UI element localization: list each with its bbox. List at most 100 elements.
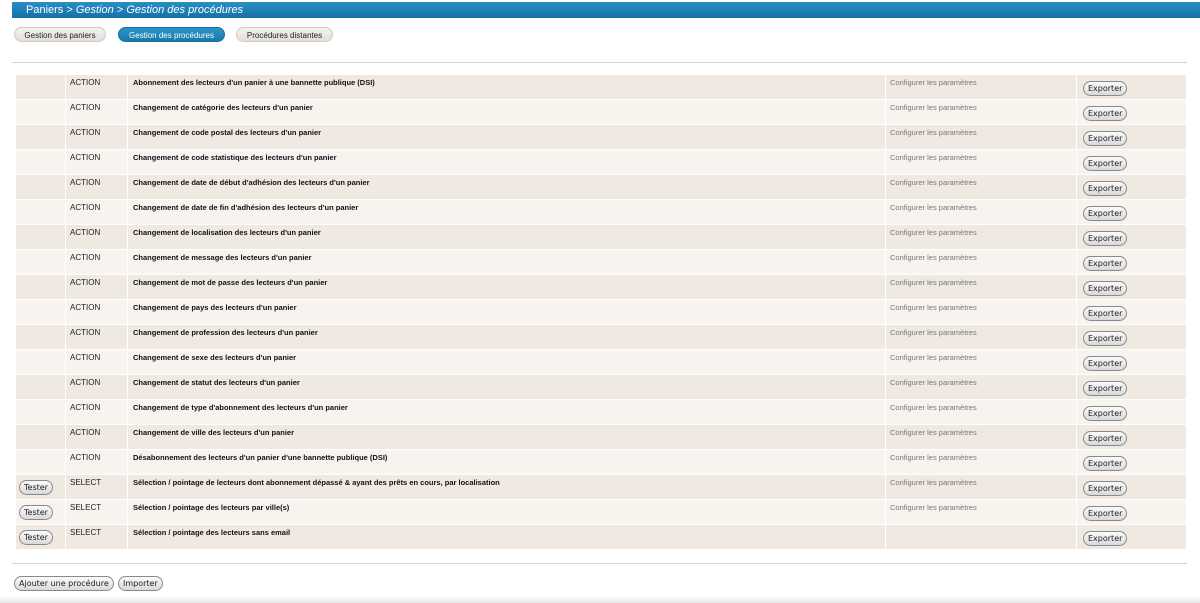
export-button[interactable]: Exporter [1083,231,1128,246]
add-procedure-button[interactable]: Ajouter une procédure [14,576,114,591]
configure-params-link[interactable]: Configurer les paramètres [886,300,1076,324]
tab-gestion-paniers[interactable]: Gestion des paniers [14,27,106,42]
procedure-name-link[interactable]: Changement de statut des lecteurs d'un p… [128,375,885,399]
export-cell: Exporter [1077,425,1186,449]
test-cell [16,275,65,299]
table-row: ACTION Changement de message des lecteurs… [16,250,1186,274]
procedure-name-link[interactable]: Changement de localisation des lecteurs … [128,225,885,249]
breadcrumb-level1[interactable]: Gestion [76,4,114,16]
test-button[interactable]: Tester [19,480,53,495]
configure-params-link[interactable]: Configurer les paramètres [886,500,1076,524]
configure-params-link[interactable]: Configurer les paramètres [886,200,1076,224]
procedure-name-link[interactable]: Changement de type d'abonnement des lect… [128,400,885,424]
export-button[interactable]: Exporter [1083,431,1128,446]
configure-params-link[interactable]: Configurer les paramètres [886,450,1076,474]
configure-params-link[interactable]: Configurer les paramètres [886,425,1076,449]
export-button[interactable]: Exporter [1083,481,1128,496]
test-cell [16,100,65,124]
export-button[interactable]: Exporter [1083,131,1128,146]
table-row: ACTION Changement de statut des lecteurs … [16,375,1186,399]
test-cell [16,425,65,449]
import-button[interactable]: Importer [117,576,163,591]
export-cell: Exporter [1077,475,1186,499]
procedure-name-link[interactable]: Sélection / pointage des lecteurs sans e… [128,525,885,549]
export-cell: Exporter [1077,500,1186,524]
procedure-name-link[interactable]: Sélection / pointage des lecteurs par vi… [128,500,885,524]
procedure-name-link[interactable]: Désabonnement des lecteurs d'un panier d… [128,450,885,474]
procedure-name-link[interactable]: Sélection / pointage de lecteurs dont ab… [128,475,885,499]
procedure-name-link[interactable]: Changement de code statistique des lecte… [128,150,885,174]
export-button[interactable]: Exporter [1083,306,1128,321]
procedure-name-link[interactable]: Changement de mot de passe des lecteurs … [128,275,885,299]
procedure-name-link[interactable]: Changement de pays des lecteurs d'un pan… [128,300,885,324]
export-cell: Exporter [1077,325,1186,349]
test-button[interactable]: Tester [19,505,53,520]
procedure-name-link[interactable]: Changement de date de début d'adhésion d… [128,175,885,199]
export-cell: Exporter [1077,300,1186,324]
export-button[interactable]: Exporter [1083,381,1128,396]
configure-params-link[interactable]: Configurer les paramètres [886,350,1076,374]
export-button[interactable]: Exporter [1083,81,1128,96]
table-row: ACTION Changement de code statistique des… [16,150,1186,174]
configure-params-link[interactable]: Configurer les paramètres [886,175,1076,199]
configure-params-link[interactable]: Configurer les paramètres [886,250,1076,274]
test-cell [16,175,65,199]
export-button[interactable]: Exporter [1083,156,1128,171]
configure-params-link[interactable]: Configurer les paramètres [886,125,1076,149]
export-button[interactable]: Exporter [1083,281,1128,296]
procedure-name-link[interactable]: Changement de ville des lecteurs d'un pa… [128,425,885,449]
configure-params-link[interactable]: Configurer les paramètres [886,475,1076,499]
procedure-name-link[interactable]: Changement de catégorie des lecteurs d'u… [128,100,885,124]
test-cell [16,400,65,424]
procedure-name-link[interactable]: Changement de date de fin d'adhésion des… [128,200,885,224]
configure-params-link[interactable]: Configurer les paramètres [886,75,1076,99]
table-row: Tester SELECT Sélection / pointage de lect… [16,475,1186,499]
procedure-type: ACTION [66,425,127,449]
export-button[interactable]: Exporter [1083,406,1128,421]
configure-params-link[interactable]: Configurer les paramètres [886,325,1076,349]
export-button[interactable]: Exporter [1083,506,1128,521]
procedure-type: ACTION [66,125,127,149]
export-button[interactable]: Exporter [1083,356,1128,371]
export-button[interactable]: Exporter [1083,331,1128,346]
procedure-name-link[interactable]: Changement de sexe des lecteurs d'un pan… [128,350,885,374]
table-row: ACTION Changement de sexe des lecteurs d'… [16,350,1186,374]
configure-params-link[interactable]: Configurer les paramètres [886,375,1076,399]
export-button[interactable]: Exporter [1083,256,1128,271]
test-cell [16,300,65,324]
configure-params-link[interactable]: Configurer les paramètres [886,225,1076,249]
tab-gestion-procedures[interactable]: Gestion des procédures [118,27,225,42]
export-button[interactable]: Exporter [1083,181,1128,196]
configure-params-link[interactable]: Configurer les paramètres [886,275,1076,299]
export-button[interactable]: Exporter [1083,456,1128,471]
configure-params-link[interactable]: Configurer les paramètres [886,400,1076,424]
export-cell: Exporter [1077,450,1186,474]
procedure-name-link[interactable]: Changement de profession des lecteurs d'… [128,325,885,349]
configure-params-link [886,525,1076,549]
table-row: ACTION Changement de code postal des lect… [16,125,1186,149]
table-row: ACTION Abonnement des lecteurs d'un panie… [16,75,1186,99]
breadcrumb: Paniers > Gestion > Gestion des procédur… [12,2,1200,18]
table-row: ACTION Changement de type d'abonnement de… [16,400,1186,424]
procedure-type: ACTION [66,400,127,424]
procedures-table: ACTION Abonnement des lecteurs d'un panie… [16,75,1186,550]
export-button[interactable]: Exporter [1083,206,1128,221]
procedure-type: ACTION [66,250,127,274]
export-cell: Exporter [1077,275,1186,299]
export-cell: Exporter [1077,125,1186,149]
tab-procedures-distantes[interactable]: Procédures distantes [236,27,333,42]
export-button[interactable]: Exporter [1083,531,1128,546]
procedure-name-link[interactable]: Changement de message des lecteurs d'un … [128,250,885,274]
test-button[interactable]: Tester [19,530,53,545]
configure-params-link[interactable]: Configurer les paramètres [886,100,1076,124]
test-cell: Tester [16,525,65,549]
table-row: ACTION Changement de mot de passe des lec… [16,275,1186,299]
procedure-name-link[interactable]: Changement de code postal des lecteurs d… [128,125,885,149]
table-row: Tester SELECT Sélection / pointage des lec… [16,500,1186,524]
procedure-name-link[interactable]: Abonnement des lecteurs d'un panier à un… [128,75,885,99]
configure-params-link[interactable]: Configurer les paramètres [886,150,1076,174]
export-button[interactable]: Exporter [1083,106,1128,121]
breadcrumb-root[interactable]: Paniers [26,4,63,16]
breadcrumb-separator: > [63,4,76,16]
footer-shadow [0,596,1200,603]
